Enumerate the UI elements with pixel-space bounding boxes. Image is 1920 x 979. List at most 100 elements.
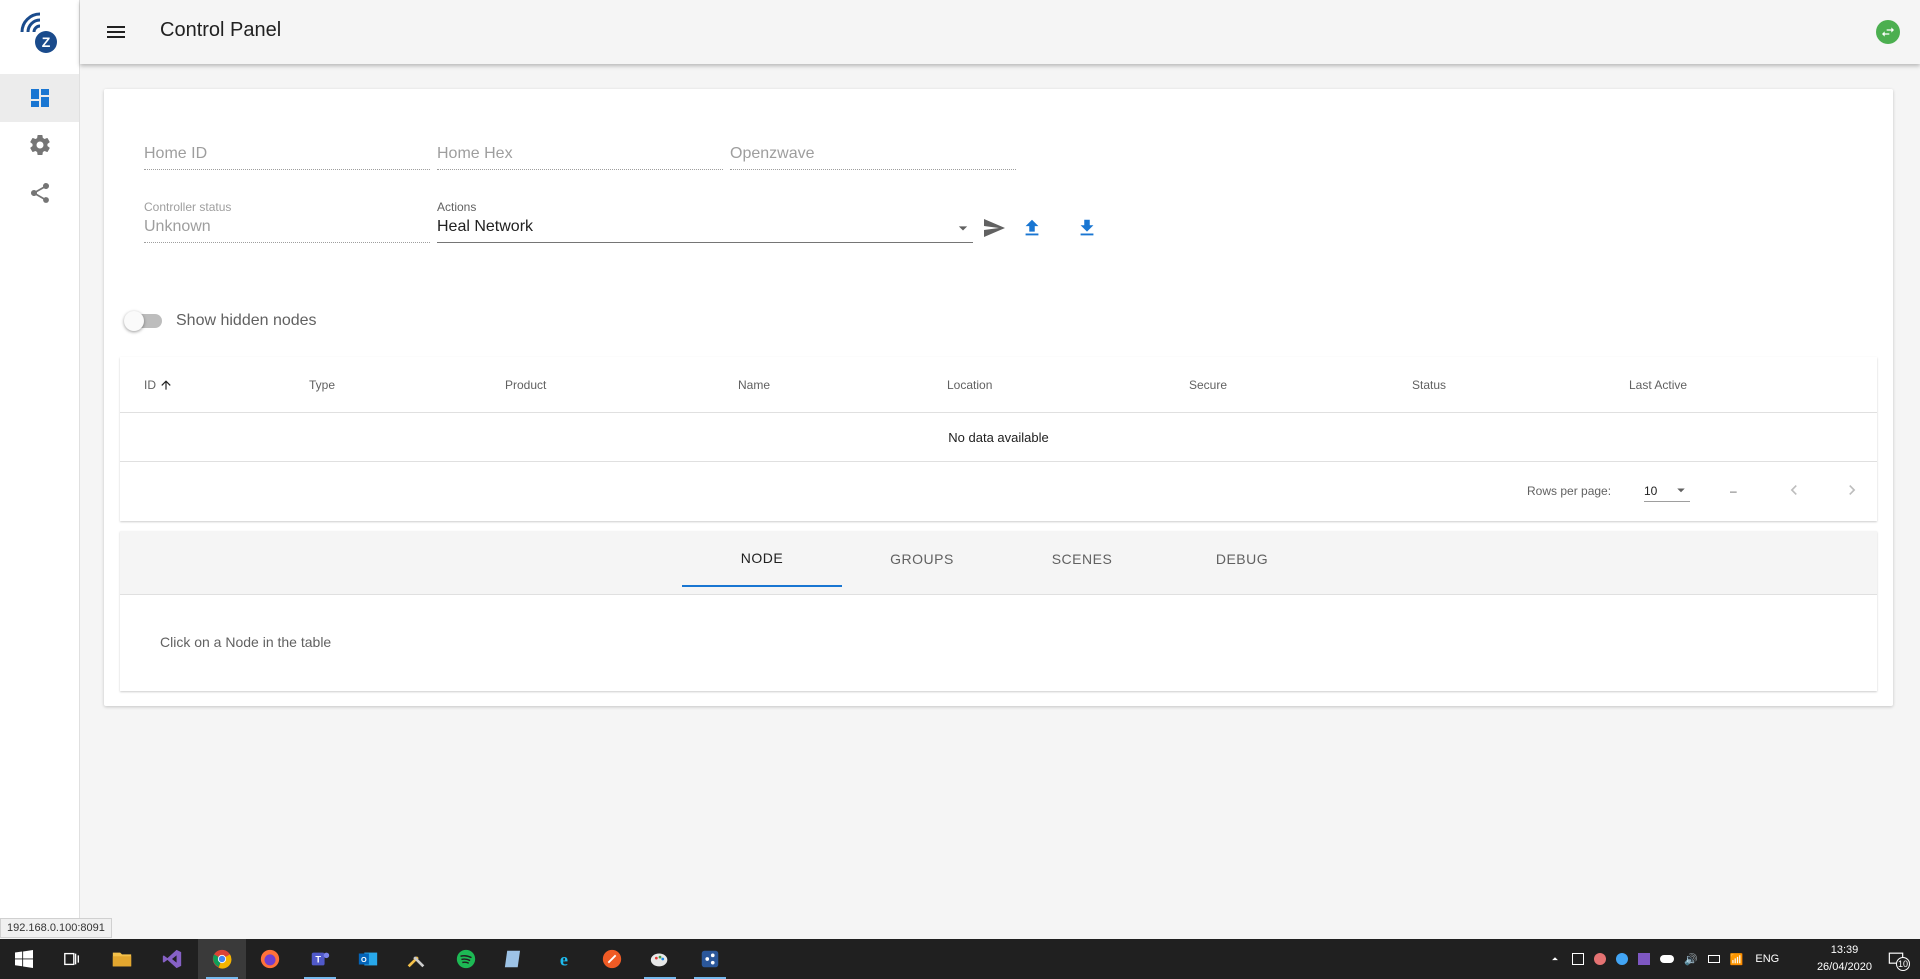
network-app-taskbar[interactable] bbox=[686, 939, 734, 979]
chevron-right-icon bbox=[1849, 485, 1856, 495]
actions-value: Heal Network bbox=[437, 218, 534, 235]
home-hex-placeholder: Home Hex bbox=[437, 145, 723, 170]
tools-taskbar[interactable] bbox=[392, 939, 440, 979]
sort-ascending-icon bbox=[161, 380, 172, 390]
tools-icon bbox=[407, 956, 425, 968]
start-button[interactable] bbox=[0, 939, 48, 979]
sidebar-item-mesh[interactable] bbox=[0, 169, 79, 217]
column-header-location[interactable]: Location bbox=[947, 378, 992, 392]
volume-icon[interactable]: 🔊 bbox=[1684, 953, 1698, 966]
clock-date: 26/04/2020 bbox=[1816, 961, 1872, 973]
home-id-field[interactable]: Home ID bbox=[144, 145, 430, 170]
notes-icon bbox=[504, 950, 521, 968]
firefox-taskbar[interactable] bbox=[246, 939, 294, 979]
action-center-button[interactable]: 10 bbox=[1872, 939, 1920, 979]
next-page-button[interactable] bbox=[1842, 480, 1862, 500]
tab-groups[interactable]: GROUPS bbox=[842, 531, 1002, 587]
chrome-icon bbox=[212, 949, 232, 969]
controller-status-value: Unknown bbox=[144, 214, 430, 243]
task-view-icon bbox=[64, 952, 79, 966]
pagination-range: – bbox=[1730, 484, 1737, 498]
send-icon bbox=[984, 219, 1005, 237]
home-id-placeholder: Home ID bbox=[144, 145, 430, 170]
toggle-thumb[interactable] bbox=[124, 311, 144, 331]
column-header-secure[interactable]: Secure bbox=[1189, 378, 1227, 392]
network-app-icon bbox=[701, 950, 719, 968]
outlook-taskbar[interactable]: O bbox=[344, 939, 392, 979]
internet-explorer-taskbar[interactable]: e bbox=[540, 939, 588, 979]
language-indicator[interactable]: ENG bbox=[1755, 953, 1779, 965]
toggle-track[interactable] bbox=[124, 311, 162, 331]
firefox-icon bbox=[260, 949, 280, 969]
chevron-up-icon[interactable] bbox=[1548, 952, 1562, 966]
outlook-icon: O bbox=[358, 952, 378, 966]
app-bar: Control Panel bbox=[80, 0, 1920, 64]
cloud-icon[interactable] bbox=[1660, 955, 1674, 963]
windows-icon bbox=[15, 950, 33, 968]
connection-status-icon bbox=[1876, 20, 1900, 44]
visual-studio-icon bbox=[162, 949, 182, 969]
column-header-status[interactable]: Status bbox=[1412, 378, 1446, 392]
postman-icon bbox=[602, 949, 622, 969]
share-icon bbox=[30, 182, 49, 203]
svg-text:e: e bbox=[560, 949, 568, 969]
task-view-button[interactable] bbox=[48, 939, 96, 979]
status-url: 192.168.0.100:8091 bbox=[0, 918, 112, 938]
tray-app-icon[interactable] bbox=[1594, 953, 1606, 965]
tab-node[interactable]: NODE bbox=[682, 531, 842, 587]
menu-icon[interactable] bbox=[104, 20, 128, 44]
tab-bar: NODE GROUPS SCENES DEBUG bbox=[120, 531, 1877, 595]
nodes-table: ID Type Product Name Location Secure Sta… bbox=[120, 357, 1877, 521]
send-action-button[interactable] bbox=[980, 214, 1008, 242]
column-header-product[interactable]: Product bbox=[505, 378, 546, 392]
download-button[interactable] bbox=[1073, 214, 1101, 242]
svg-text:O: O bbox=[361, 955, 367, 964]
openzwave-field[interactable]: Openzwave bbox=[730, 145, 1016, 170]
previous-page-button[interactable] bbox=[1784, 480, 1804, 500]
chevron-down-icon bbox=[958, 226, 968, 231]
tab-debug[interactable]: DEBUG bbox=[1162, 531, 1322, 587]
svg-text:T: T bbox=[315, 955, 321, 965]
control-panel-card: Home ID Home Hex Openzwave Controller st… bbox=[104, 89, 1893, 706]
tab-scenes[interactable]: SCENES bbox=[1002, 531, 1162, 587]
gear-icon bbox=[29, 135, 50, 156]
home-hex-field[interactable]: Home Hex bbox=[437, 145, 723, 170]
teams-taskbar[interactable]: T bbox=[296, 939, 344, 979]
rows-per-page-select[interactable]: 10 bbox=[1644, 478, 1690, 502]
system-tray: 🔊 📶 ENG bbox=[1548, 939, 1779, 979]
internet-explorer-icon: e bbox=[560, 949, 568, 969]
dashboard-icon bbox=[30, 89, 49, 107]
upload-icon bbox=[1025, 219, 1039, 236]
zwave-logo: Z bbox=[20, 12, 57, 53]
column-header-type[interactable]: Type bbox=[309, 378, 335, 392]
file-explorer-taskbar[interactable] bbox=[98, 939, 146, 979]
wifi-icon[interactable]: 📶 bbox=[1730, 953, 1744, 966]
show-hidden-nodes-toggle[interactable]: Show hidden nodes bbox=[124, 311, 317, 331]
column-header-id[interactable]: ID bbox=[144, 378, 173, 392]
controller-status-field: Controller status Unknown bbox=[144, 200, 430, 243]
postman-taskbar[interactable] bbox=[588, 939, 636, 979]
openzwave-placeholder: Openzwave bbox=[730, 145, 1016, 170]
sidebar-item-dashboard[interactable] bbox=[0, 74, 79, 122]
tray-app-icon[interactable] bbox=[1616, 953, 1628, 965]
rows-per-page-value: 10 bbox=[1644, 484, 1658, 498]
chrome-taskbar[interactable] bbox=[198, 939, 246, 979]
column-header-last-active[interactable]: Last Active bbox=[1629, 378, 1687, 392]
paint-taskbar[interactable] bbox=[636, 939, 684, 979]
spotify-taskbar[interactable] bbox=[442, 939, 490, 979]
notes-taskbar[interactable] bbox=[490, 939, 538, 979]
actions-select[interactable]: Actions Heal Network bbox=[437, 200, 973, 243]
no-data-message: No data available bbox=[120, 413, 1877, 462]
paint-icon bbox=[650, 953, 668, 967]
download-icon bbox=[1080, 219, 1094, 236]
column-header-name[interactable]: Name bbox=[738, 378, 770, 392]
battery-icon[interactable] bbox=[1707, 955, 1720, 963]
tray-app-icon[interactable] bbox=[1638, 953, 1650, 965]
upload-button[interactable] bbox=[1018, 214, 1046, 242]
rows-per-page-label: Rows per page: bbox=[1527, 484, 1612, 498]
tray-app-icon[interactable] bbox=[1572, 953, 1584, 965]
chevron-left-icon bbox=[1790, 485, 1797, 495]
visual-studio-taskbar[interactable] bbox=[148, 939, 196, 979]
system-clock[interactable]: 13:39 26/04/2020 bbox=[1817, 942, 1872, 976]
sidebar-item-settings[interactable] bbox=[0, 121, 79, 169]
